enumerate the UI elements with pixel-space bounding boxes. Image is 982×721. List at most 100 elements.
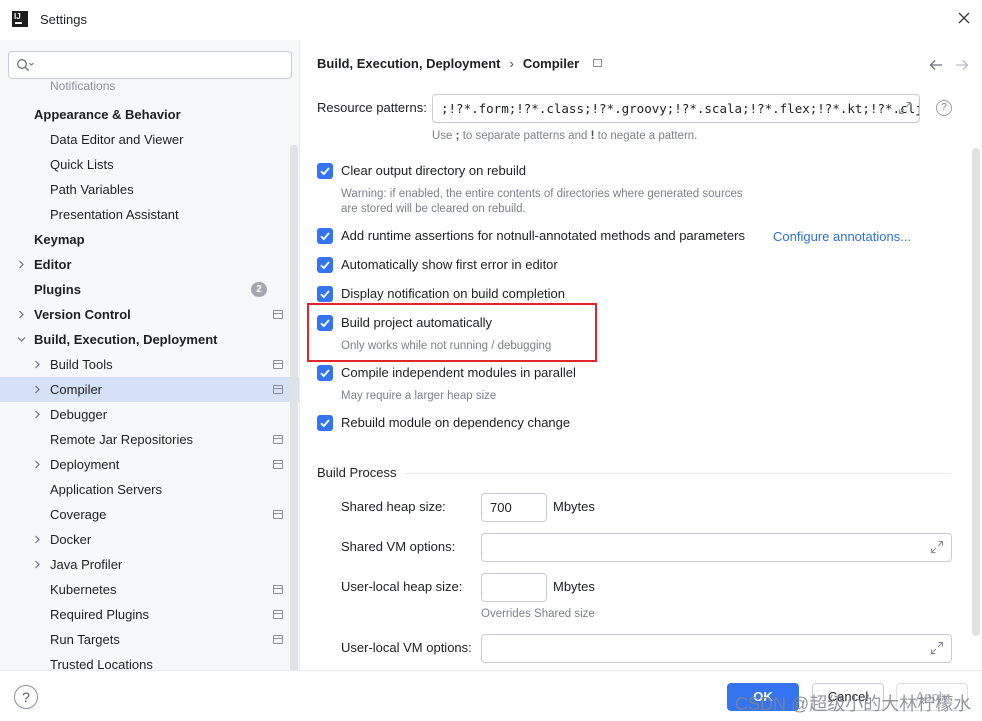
clear-output-warning-line1: Warning: if enabled, the entire contents… [341, 188, 743, 200]
chevron-right-icon[interactable] [33, 460, 42, 469]
sidebar-item-label: Deployment [50, 457, 120, 472]
user-heap-input[interactable] [481, 573, 547, 602]
sidebar-item[interactable]: Appearance & Behavior [0, 102, 290, 127]
sidebar-item[interactable]: Remote Jar Repositories [0, 427, 290, 452]
help-icon[interactable]: ? [14, 685, 38, 709]
resource-patterns-value: ;!?*.form;!?*.class;!?*.groovy;!?*.scala… [441, 101, 920, 116]
chevron-right-icon[interactable] [17, 310, 26, 319]
sidebar-item-label: Build, Execution, Deployment [34, 332, 218, 347]
expand-icon[interactable] [930, 641, 944, 655]
sidebar-item[interactable]: Required Plugins [0, 602, 290, 627]
sidebar-item-label: Required Plugins [50, 607, 150, 622]
sidebar-item[interactable]: Deployment [0, 452, 290, 477]
sidebar-item-label: Data Editor and Viewer [50, 132, 184, 147]
compiler-settings-panel: Build, Execution, Deployment › Compiler Re… [301, 40, 982, 670]
sidebar-item[interactable]: Kubernetes [0, 577, 290, 602]
project-level-icon [273, 635, 283, 644]
project-level-icon [273, 610, 283, 619]
project-level-icon [273, 510, 283, 519]
chevron-right-icon[interactable] [33, 385, 42, 394]
breadcrumb-parent[interactable]: Build, Execution, Deployment [317, 56, 500, 71]
sidebar-item[interactable]: Application Servers [0, 477, 290, 502]
intellij-logo-icon: IJ [12, 11, 28, 27]
parallel-compile-checkbox[interactable] [317, 365, 333, 381]
window-title: Settings [40, 12, 87, 27]
sidebar-item-label: Plugins [34, 282, 81, 297]
close-icon[interactable] [956, 10, 972, 26]
sidebar-scrollbar[interactable] [290, 145, 298, 670]
chevron-right-icon[interactable] [33, 535, 42, 544]
rebuild-dependency-label: Rebuild module on dependency change [341, 415, 571, 430]
build-process-title: Build Process [317, 465, 397, 480]
sidebar-item[interactable]: Debugger [0, 402, 290, 427]
shared-heap-input[interactable]: 700 [481, 493, 547, 522]
content-scrollbar[interactable] [972, 148, 980, 636]
sidebar-item[interactable]: Trusted Locations [0, 652, 290, 670]
sidebar-item[interactable]: Quick Lists [0, 152, 290, 177]
breadcrumb: Build, Execution, Deployment › Compiler [317, 56, 603, 71]
sidebar-item[interactable]: Build Tools [0, 352, 290, 377]
clear-output-checkbox[interactable] [317, 163, 333, 179]
help-icon[interactable]: ? [936, 100, 952, 116]
project-level-icon [273, 360, 283, 369]
resource-patterns-label: Resource patterns: [317, 100, 427, 115]
project-level-icon [273, 385, 283, 394]
sidebar-item[interactable]: Version Control [0, 302, 290, 327]
resource-patterns-hint: Use ; to separate patterns and ! to nega… [432, 130, 698, 142]
sidebar-item-label: Quick Lists [50, 157, 114, 172]
sidebar-item[interactable]: Data Editor and Viewer [0, 127, 290, 152]
resource-patterns-input[interactable]: ;!?*.form;!?*.class;!?*.groovy;!?*.scala… [432, 94, 920, 123]
sidebar-item[interactable]: Keymap [0, 227, 290, 252]
expand-icon[interactable] [930, 540, 944, 554]
sidebar-item[interactable]: Coverage [0, 502, 290, 527]
chevron-right-icon[interactable] [17, 260, 26, 269]
settings-sidebar: Notifications Appearance & Behavior Data E… [0, 40, 300, 670]
chevron-right-icon[interactable] [33, 560, 42, 569]
sidebar-item-label: Presentation Assistant [50, 207, 179, 222]
shared-heap-value: 700 [490, 500, 512, 515]
user-heap-hint: Overrides Shared size [481, 608, 595, 620]
breadcrumb-separator: › [509, 56, 514, 71]
sidebar-item-label: Run Targets [50, 632, 120, 647]
configure-annotations-link[interactable]: Configure annotations... [773, 229, 911, 244]
sidebar-item[interactable]: Presentation Assistant [0, 202, 290, 227]
sidebar-item-label: Remote Jar Repositories [50, 432, 194, 447]
sidebar-item-label: Editor [34, 257, 72, 272]
chevron-down-icon[interactable] [17, 335, 26, 344]
expand-icon[interactable] [898, 101, 912, 115]
chevron-right-icon[interactable] [33, 410, 42, 419]
sidebar-item[interactable]: Build, Execution, Deployment [0, 327, 290, 352]
sidebar-item[interactable]: Compiler [0, 377, 299, 402]
sidebar-item[interactable]: Path Variables [0, 177, 290, 202]
sidebar-item[interactable]: Editor [0, 252, 290, 277]
shared-heap-unit: Mbytes [553, 499, 595, 514]
shared-vm-input[interactable] [481, 533, 952, 562]
chevron-right-icon[interactable] [33, 360, 42, 369]
clear-output-warning-line2: are stored will be cleared on rebuild. [341, 203, 526, 215]
sidebar-item[interactable]: Run Targets [0, 627, 290, 652]
shared-heap-label: Shared heap size: [341, 499, 446, 514]
sidebar-item-label: Java Profiler [50, 557, 123, 572]
sidebar-item[interactable]: Plugins 2 [0, 277, 290, 302]
show-first-error-checkbox[interactable] [317, 257, 333, 273]
sidebar-item-label: Build Tools [50, 357, 113, 372]
sidebar-item[interactable]: Java Profiler [0, 552, 290, 577]
sidebar-item[interactable]: Docker [0, 527, 290, 552]
sidebar-item[interactable]: Notifications [0, 74, 290, 99]
build-automatically-checkbox[interactable] [317, 315, 333, 331]
runtime-assertions-checkbox[interactable] [317, 228, 333, 244]
search-input[interactable] [39, 56, 279, 74]
sidebar-item-label: Debugger [50, 407, 108, 422]
forward-arrow-icon[interactable] [955, 59, 969, 71]
sidebar-item-label: Appearance & Behavior [34, 107, 181, 122]
sidebar-item-label: Path Variables [50, 182, 134, 197]
sidebar-item-label: Docker [50, 532, 92, 547]
user-vm-input[interactable] [481, 634, 952, 663]
watermark: CSDN @超级小的大林柠檬水 [735, 694, 972, 714]
rebuild-dependency-checkbox[interactable] [317, 415, 333, 431]
back-arrow-icon[interactable] [929, 59, 943, 71]
section-divider [405, 473, 951, 474]
project-level-icon [593, 59, 603, 67]
project-level-icon [273, 310, 283, 319]
notify-completion-checkbox[interactable] [317, 286, 333, 302]
